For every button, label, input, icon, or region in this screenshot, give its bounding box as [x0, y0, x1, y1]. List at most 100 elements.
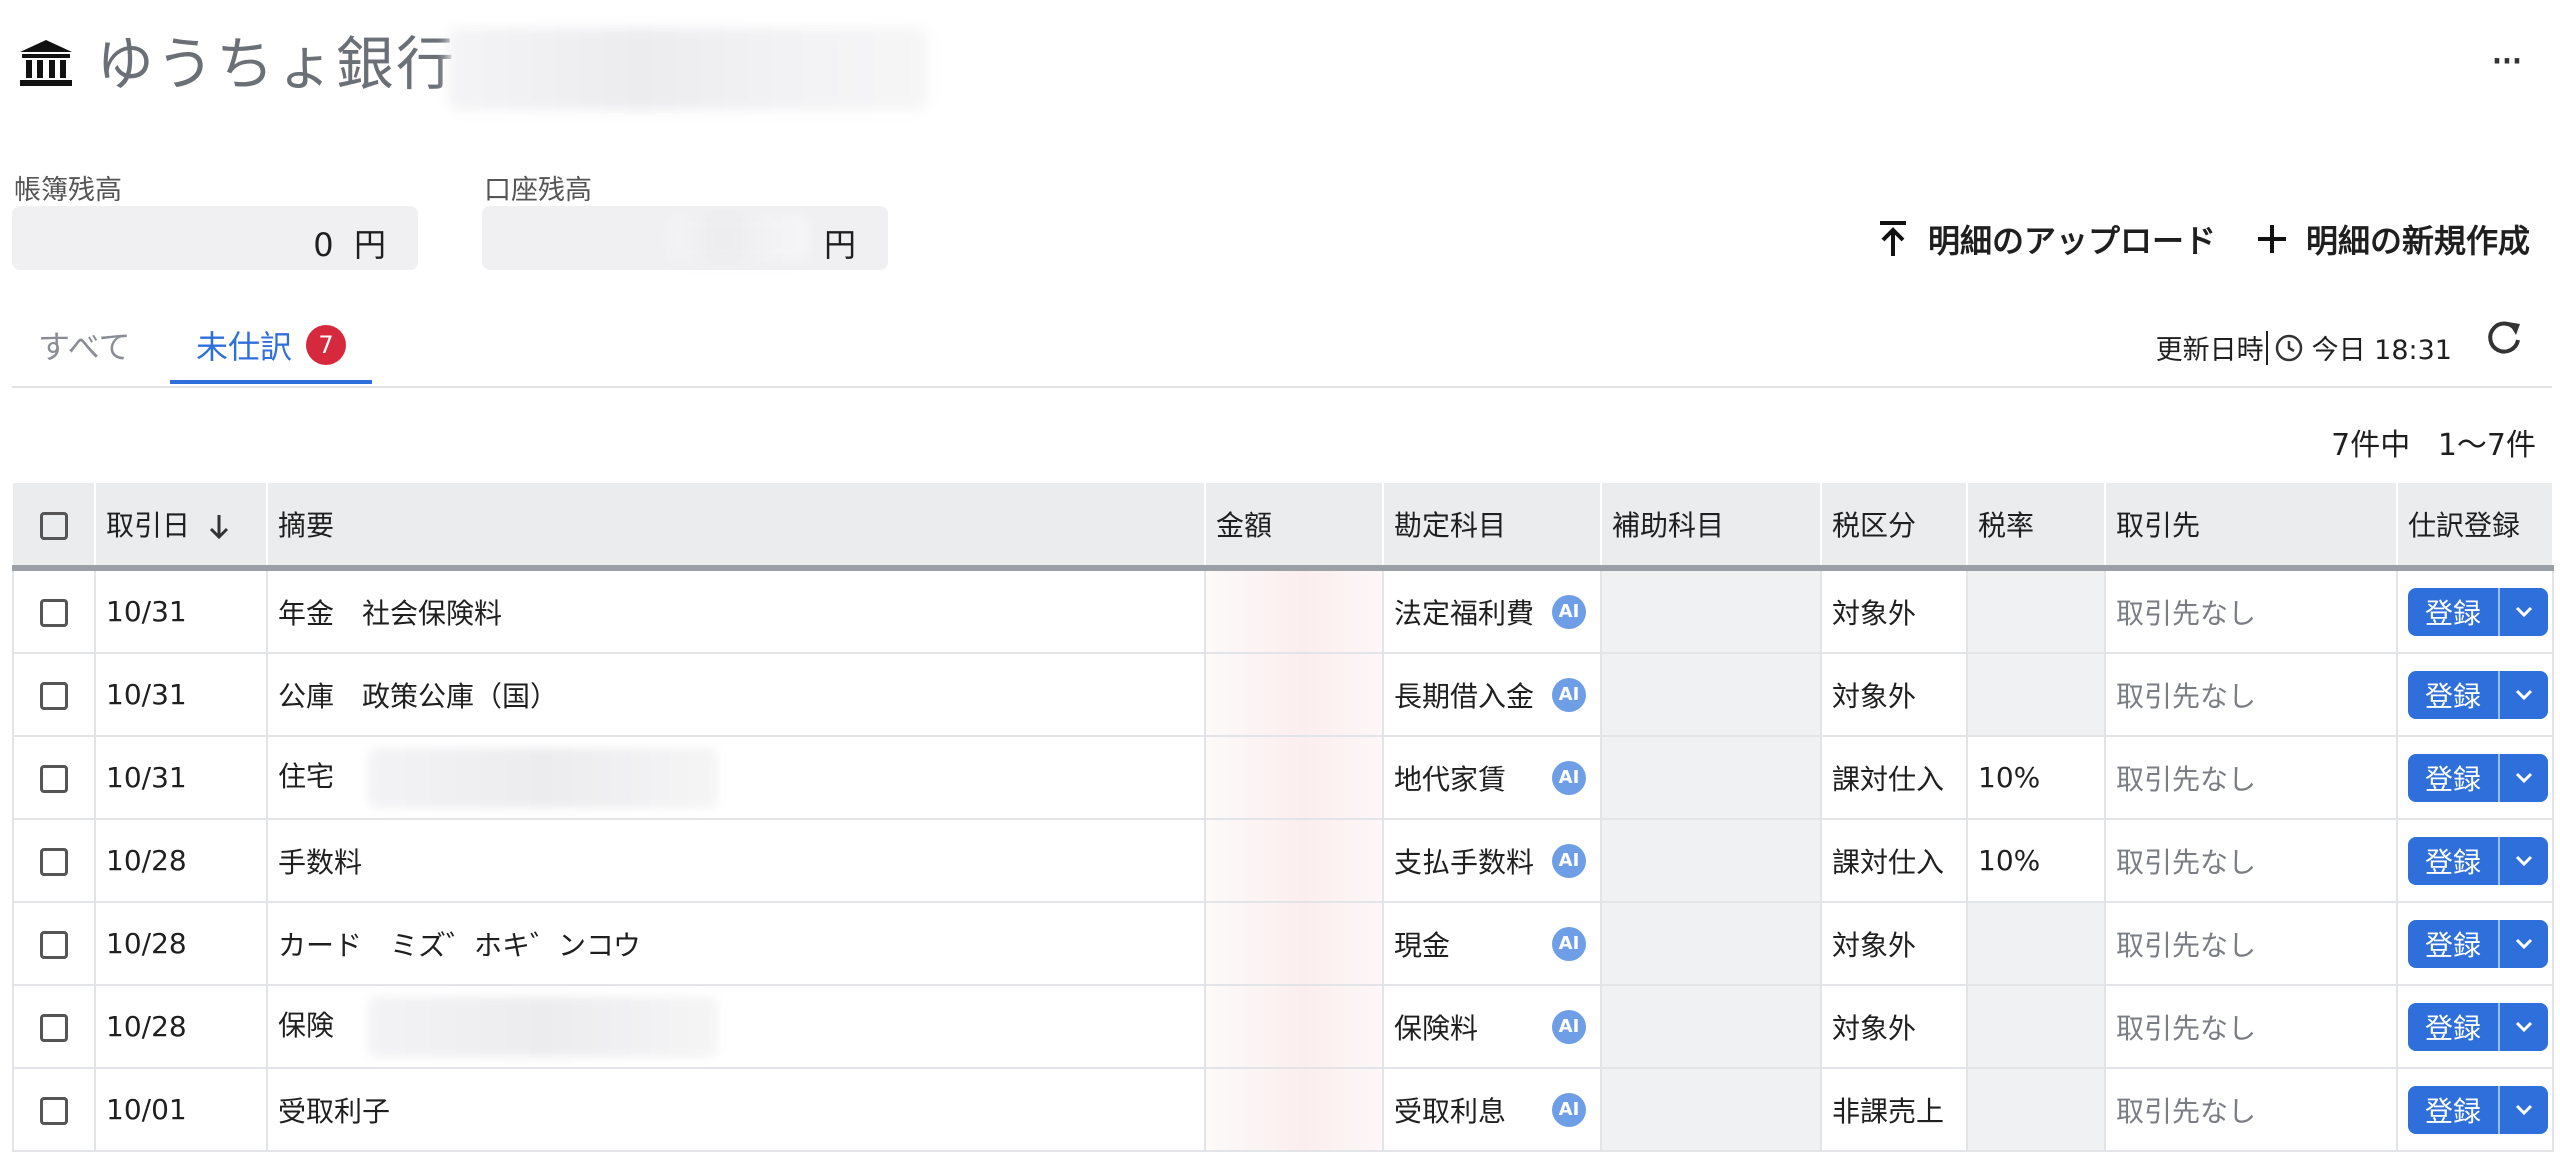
- row-select-cell[interactable]: [12, 653, 96, 737]
- sub-account-cell[interactable]: [1601, 736, 1822, 820]
- row-checkbox[interactable]: [40, 848, 68, 876]
- tax-rate-cell[interactable]: [1967, 1068, 2106, 1152]
- partner-cell[interactable]: 取引先なし: [2105, 985, 2398, 1069]
- sub-account-cell[interactable]: [1601, 985, 1822, 1069]
- row-checkbox[interactable]: [40, 765, 68, 793]
- sub-account-cell[interactable]: [1601, 568, 1822, 654]
- register-button[interactable]: 登録: [2408, 836, 2498, 885]
- sub-account-cell[interactable]: [1601, 819, 1822, 903]
- select-all-checkbox[interactable]: [39, 511, 68, 540]
- tax-rate-cell[interactable]: [1967, 985, 2106, 1069]
- upload-statement-button[interactable]: 明細のアップロード: [1876, 216, 2216, 262]
- chevron-down-icon: [2515, 772, 2533, 783]
- row-select-cell[interactable]: [12, 985, 96, 1069]
- account-cell[interactable]: 現金 AI: [1383, 902, 1602, 986]
- tax-rate-cell[interactable]: 10%: [1967, 819, 2106, 903]
- tax-rate-cell[interactable]: [1967, 902, 2106, 986]
- tab-unjournaled[interactable]: 未仕訳 7: [196, 322, 347, 368]
- register-button[interactable]: 登録: [2408, 587, 2498, 636]
- row-checkbox[interactable]: [40, 1014, 68, 1042]
- partner-cell[interactable]: 取引先なし: [2105, 568, 2398, 654]
- ai-suggestion-badge: AI: [1552, 926, 1586, 961]
- description-cell[interactable]: 年金 社会保険料: [267, 568, 1206, 654]
- register-dropdown-button[interactable]: [2498, 919, 2548, 968]
- amount-cell-redacted: [1205, 1068, 1384, 1152]
- sort-arrow-down-icon[interactable]: [208, 513, 230, 541]
- description-cell[interactable]: 手数料: [267, 819, 1206, 903]
- tax-rate-cell[interactable]: 10%: [1967, 736, 2106, 820]
- sub-account-cell[interactable]: [1601, 902, 1822, 986]
- register-button[interactable]: 登録: [2408, 1085, 2498, 1134]
- tax-category-cell[interactable]: 非課売上: [1821, 1068, 1968, 1152]
- header-date[interactable]: 取引日: [95, 483, 268, 571]
- register-button[interactable]: 登録: [2408, 919, 2498, 968]
- table-row[interactable]: 10/31 公庫 政策公庫（国） 長期借入金 AI 対象外 取引先なし 登録: [12, 653, 2554, 737]
- account-cell[interactable]: 地代家賃 AI: [1383, 736, 1602, 820]
- row-checkbox[interactable]: [40, 931, 68, 959]
- row-select-cell[interactable]: [12, 902, 96, 986]
- partner-cell[interactable]: 取引先なし: [2105, 1068, 2398, 1152]
- register-button[interactable]: 登録: [2408, 753, 2498, 802]
- account-cell[interactable]: 法定福利費 AI: [1383, 568, 1602, 654]
- tax-rate-cell[interactable]: [1967, 653, 2106, 737]
- register-dropdown-button[interactable]: [2498, 587, 2548, 636]
- register-dropdown-button[interactable]: [2498, 836, 2548, 885]
- description-cell[interactable]: 公庫 政策公庫（国）: [267, 653, 1206, 737]
- sub-account-cell[interactable]: [1601, 653, 1822, 737]
- description-cell[interactable]: 住宅: [267, 736, 1206, 820]
- chevron-down-icon: [2515, 1104, 2533, 1115]
- ai-suggestion-badge: AI: [1552, 760, 1586, 795]
- tax-category-cell[interactable]: 対象外: [1821, 985, 1968, 1069]
- tax-category-cell[interactable]: 対象外: [1821, 653, 1968, 737]
- partner-cell[interactable]: 取引先なし: [2105, 902, 2398, 986]
- register-button[interactable]: 登録: [2408, 1002, 2498, 1051]
- tax-category-cell[interactable]: 対象外: [1821, 568, 1968, 654]
- header-description: 摘要: [267, 483, 1206, 571]
- account-cell[interactable]: 長期借入金 AI: [1383, 653, 1602, 737]
- register-dropdown-button[interactable]: [2498, 753, 2548, 802]
- header-account: 勘定科目: [1383, 483, 1602, 571]
- partner-cell[interactable]: 取引先なし: [2105, 736, 2398, 820]
- description-cell[interactable]: カード ミズ゛ホキ゛ンコウ: [267, 902, 1206, 986]
- row-select-cell[interactable]: [12, 819, 96, 903]
- plus-icon: [2258, 225, 2286, 253]
- new-statement-label: 明細の新規作成: [2306, 222, 2531, 260]
- header-select-all[interactable]: [13, 483, 96, 571]
- row-checkbox[interactable]: [40, 682, 68, 710]
- description-cell[interactable]: 保険: [267, 985, 1206, 1069]
- account-cell[interactable]: 保険料 AI: [1383, 985, 1602, 1069]
- partner-cell[interactable]: 取引先なし: [2105, 653, 2398, 737]
- register-dropdown-button[interactable]: [2498, 1085, 2548, 1134]
- row-select-cell[interactable]: [12, 736, 96, 820]
- table-row[interactable]: 10/31 住宅 地代家賃 AI 課対仕入 10% 取引先なし 登録: [12, 736, 2554, 820]
- tax-category-cell[interactable]: 課対仕入: [1821, 819, 1968, 903]
- row-select-cell[interactable]: [12, 568, 96, 654]
- new-statement-button[interactable]: 明細の新規作成: [2256, 216, 2530, 262]
- tax-category-cell[interactable]: 課対仕入: [1821, 736, 1968, 820]
- table-row[interactable]: 10/28 保険 保険料 AI 対象外 取引先なし 登録: [12, 985, 2554, 1069]
- refresh-icon[interactable]: [2482, 316, 2526, 360]
- tab-all[interactable]: すべて: [38, 322, 130, 368]
- table-row[interactable]: 10/31 年金 社会保険料 法定福利費 AI 対象外 取引先なし 登録: [12, 568, 2554, 654]
- sub-account-cell[interactable]: [1601, 1068, 1822, 1152]
- table-row[interactable]: 10/01 受取利子 受取利息 AI 非課売上 取引先なし 登録: [12, 1068, 2554, 1152]
- tax-rate-cell[interactable]: [1967, 568, 2106, 654]
- date-cell: 10/01: [95, 1068, 268, 1152]
- account-cell[interactable]: 受取利息 AI: [1383, 1068, 1602, 1152]
- description-cell[interactable]: 受取利子: [267, 1068, 1206, 1152]
- tax-category-cell[interactable]: 対象外: [1821, 902, 1968, 986]
- table-row[interactable]: 10/28 手数料 支払手数料 AI 課対仕入 10% 取引先なし 登録: [12, 819, 2554, 903]
- partner-cell[interactable]: 取引先なし: [2105, 819, 2398, 903]
- upload-icon: [1880, 221, 1906, 256]
- row-select-cell[interactable]: [12, 1068, 96, 1152]
- row-checkbox[interactable]: [40, 1097, 68, 1125]
- register-cell: 登録: [2397, 985, 2554, 1069]
- more-menu-button[interactable]: ···: [2490, 40, 2524, 84]
- table-row[interactable]: 10/28 カード ミズ゛ホキ゛ンコウ 現金 AI 対象外 取引先なし 登録: [12, 902, 2554, 986]
- register-dropdown-button[interactable]: [2498, 1002, 2548, 1051]
- account-cell[interactable]: 支払手数料 AI: [1383, 819, 1602, 903]
- register-button[interactable]: 登録: [2408, 670, 2498, 719]
- text-cursor: [2265, 330, 2268, 365]
- row-checkbox[interactable]: [40, 599, 68, 627]
- register-dropdown-button[interactable]: [2498, 670, 2548, 719]
